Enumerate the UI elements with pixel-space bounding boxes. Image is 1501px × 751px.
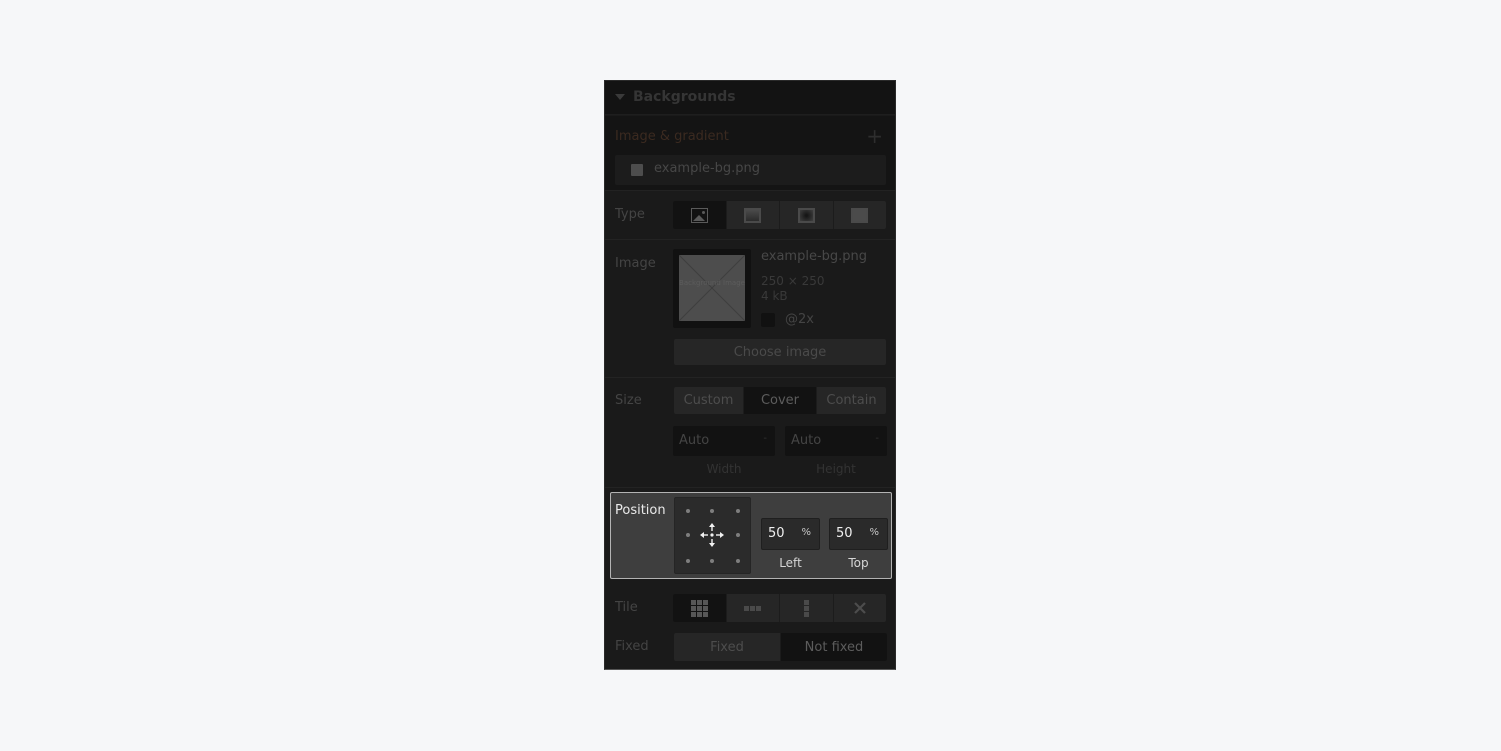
collapse-caret-icon[interactable]	[615, 94, 625, 100]
size-cover-button[interactable]: Cover	[744, 387, 817, 414]
image-meta: 250 × 250 4 kB	[761, 274, 825, 304]
size-selector: Custom Cover Contain	[674, 387, 886, 414]
tile-vertical-button[interactable]	[780, 594, 834, 622]
position-left-input[interactable]: 50 %	[761, 518, 820, 550]
image-filename: example-bg.png	[761, 249, 868, 264]
position-grid[interactable]	[674, 497, 751, 574]
position-dot-bottom-left[interactable]	[686, 559, 690, 563]
backgrounds-panel: Backgrounds Image & gradient + example-b…	[604, 80, 896, 670]
thumbnail-caption: Background Image	[679, 279, 745, 287]
section-title: Backgrounds	[633, 89, 736, 105]
height-caption: Height	[816, 462, 856, 476]
linear-gradient-icon	[744, 207, 762, 223]
height-input[interactable]: Auto -	[785, 426, 887, 456]
height-unit[interactable]: -	[875, 433, 879, 444]
background-layers: Image & gradient + example-bg.png	[605, 116, 895, 191]
no-tile-button[interactable]	[834, 594, 887, 622]
type-selector	[673, 201, 886, 229]
width-value: Auto	[679, 433, 710, 448]
position-dot-middle-left[interactable]	[686, 533, 690, 537]
position-left-value: 50	[768, 526, 785, 541]
position-label: Position	[615, 503, 666, 518]
radial-gradient-icon	[797, 207, 815, 223]
layers-label: Image & gradient	[615, 129, 729, 144]
position-left-unit[interactable]: %	[801, 527, 811, 538]
position-top-input[interactable]: 50 %	[829, 518, 888, 550]
section-header[interactable]: Backgrounds	[605, 81, 895, 115]
type-label: Type	[615, 207, 645, 222]
position-dot-top-center[interactable]	[710, 509, 714, 513]
position-dot-bottom-right[interactable]	[736, 559, 740, 563]
type-linear-gradient-button[interactable]	[727, 201, 780, 229]
type-color-overlay-button[interactable]	[834, 201, 887, 229]
layer-item[interactable]: example-bg.png	[615, 155, 886, 185]
position-dot-middle-right[interactable]	[736, 533, 740, 537]
layer-name: example-bg.png	[654, 161, 761, 176]
size-label: Size	[615, 393, 642, 408]
add-layer-plus-icon[interactable]: +	[866, 124, 883, 148]
image-filesize: 4 kB	[761, 289, 788, 303]
width-unit[interactable]: -	[763, 433, 767, 444]
fixed-label: Fixed	[615, 639, 649, 654]
position-dot-bottom-center[interactable]	[710, 559, 714, 563]
position-section: Position 50 % 50 % Left Top	[610, 492, 892, 579]
type-radial-gradient-button[interactable]	[780, 201, 834, 229]
choose-image-button[interactable]: Choose image	[674, 339, 886, 365]
tile-label: Tile	[615, 600, 638, 615]
tile-vertical-icon	[803, 599, 809, 617]
retina-label: @2x	[785, 312, 814, 327]
size-contain-button[interactable]: Contain	[817, 387, 886, 414]
position-dot-top-right[interactable]	[736, 509, 740, 513]
image-thumbnail[interactable]: Background Image	[673, 249, 751, 328]
tile-selector	[673, 594, 886, 622]
not-fixed-button[interactable]: Not fixed	[781, 633, 887, 661]
tile-horizontal-icon	[744, 605, 762, 611]
no-tile-icon	[853, 602, 866, 614]
fixed-selector: Fixed Not fixed	[674, 633, 887, 661]
color-overlay-icon	[851, 207, 869, 223]
tile-horizontal-button[interactable]	[727, 594, 780, 622]
width-input[interactable]: Auto -	[673, 426, 775, 456]
retina-checkbox[interactable]	[761, 313, 775, 327]
height-value: Auto	[791, 433, 822, 448]
type-image-button[interactable]	[673, 201, 727, 229]
move-arrows-icon[interactable]	[699, 522, 725, 548]
tile-both-icon	[690, 599, 708, 617]
divider	[605, 239, 895, 240]
divider	[605, 377, 895, 378]
position-dot-top-left[interactable]	[686, 509, 690, 513]
placeholder-cross-icon	[679, 255, 745, 321]
divider	[605, 487, 895, 488]
image-label: Image	[615, 256, 656, 271]
fixed-button[interactable]: Fixed	[674, 633, 781, 661]
position-left-caption: Left	[779, 556, 802, 570]
position-top-value: 50	[836, 526, 853, 541]
size-custom-button[interactable]: Custom	[674, 387, 744, 414]
image-icon	[690, 207, 708, 223]
tile-both-button[interactable]	[673, 594, 727, 622]
image-dimensions: 250 × 250	[761, 274, 825, 288]
position-top-unit[interactable]: %	[869, 527, 879, 538]
width-caption: Width	[706, 462, 742, 476]
layer-swatch-icon	[631, 164, 643, 176]
position-top-caption: Top	[848, 556, 869, 570]
